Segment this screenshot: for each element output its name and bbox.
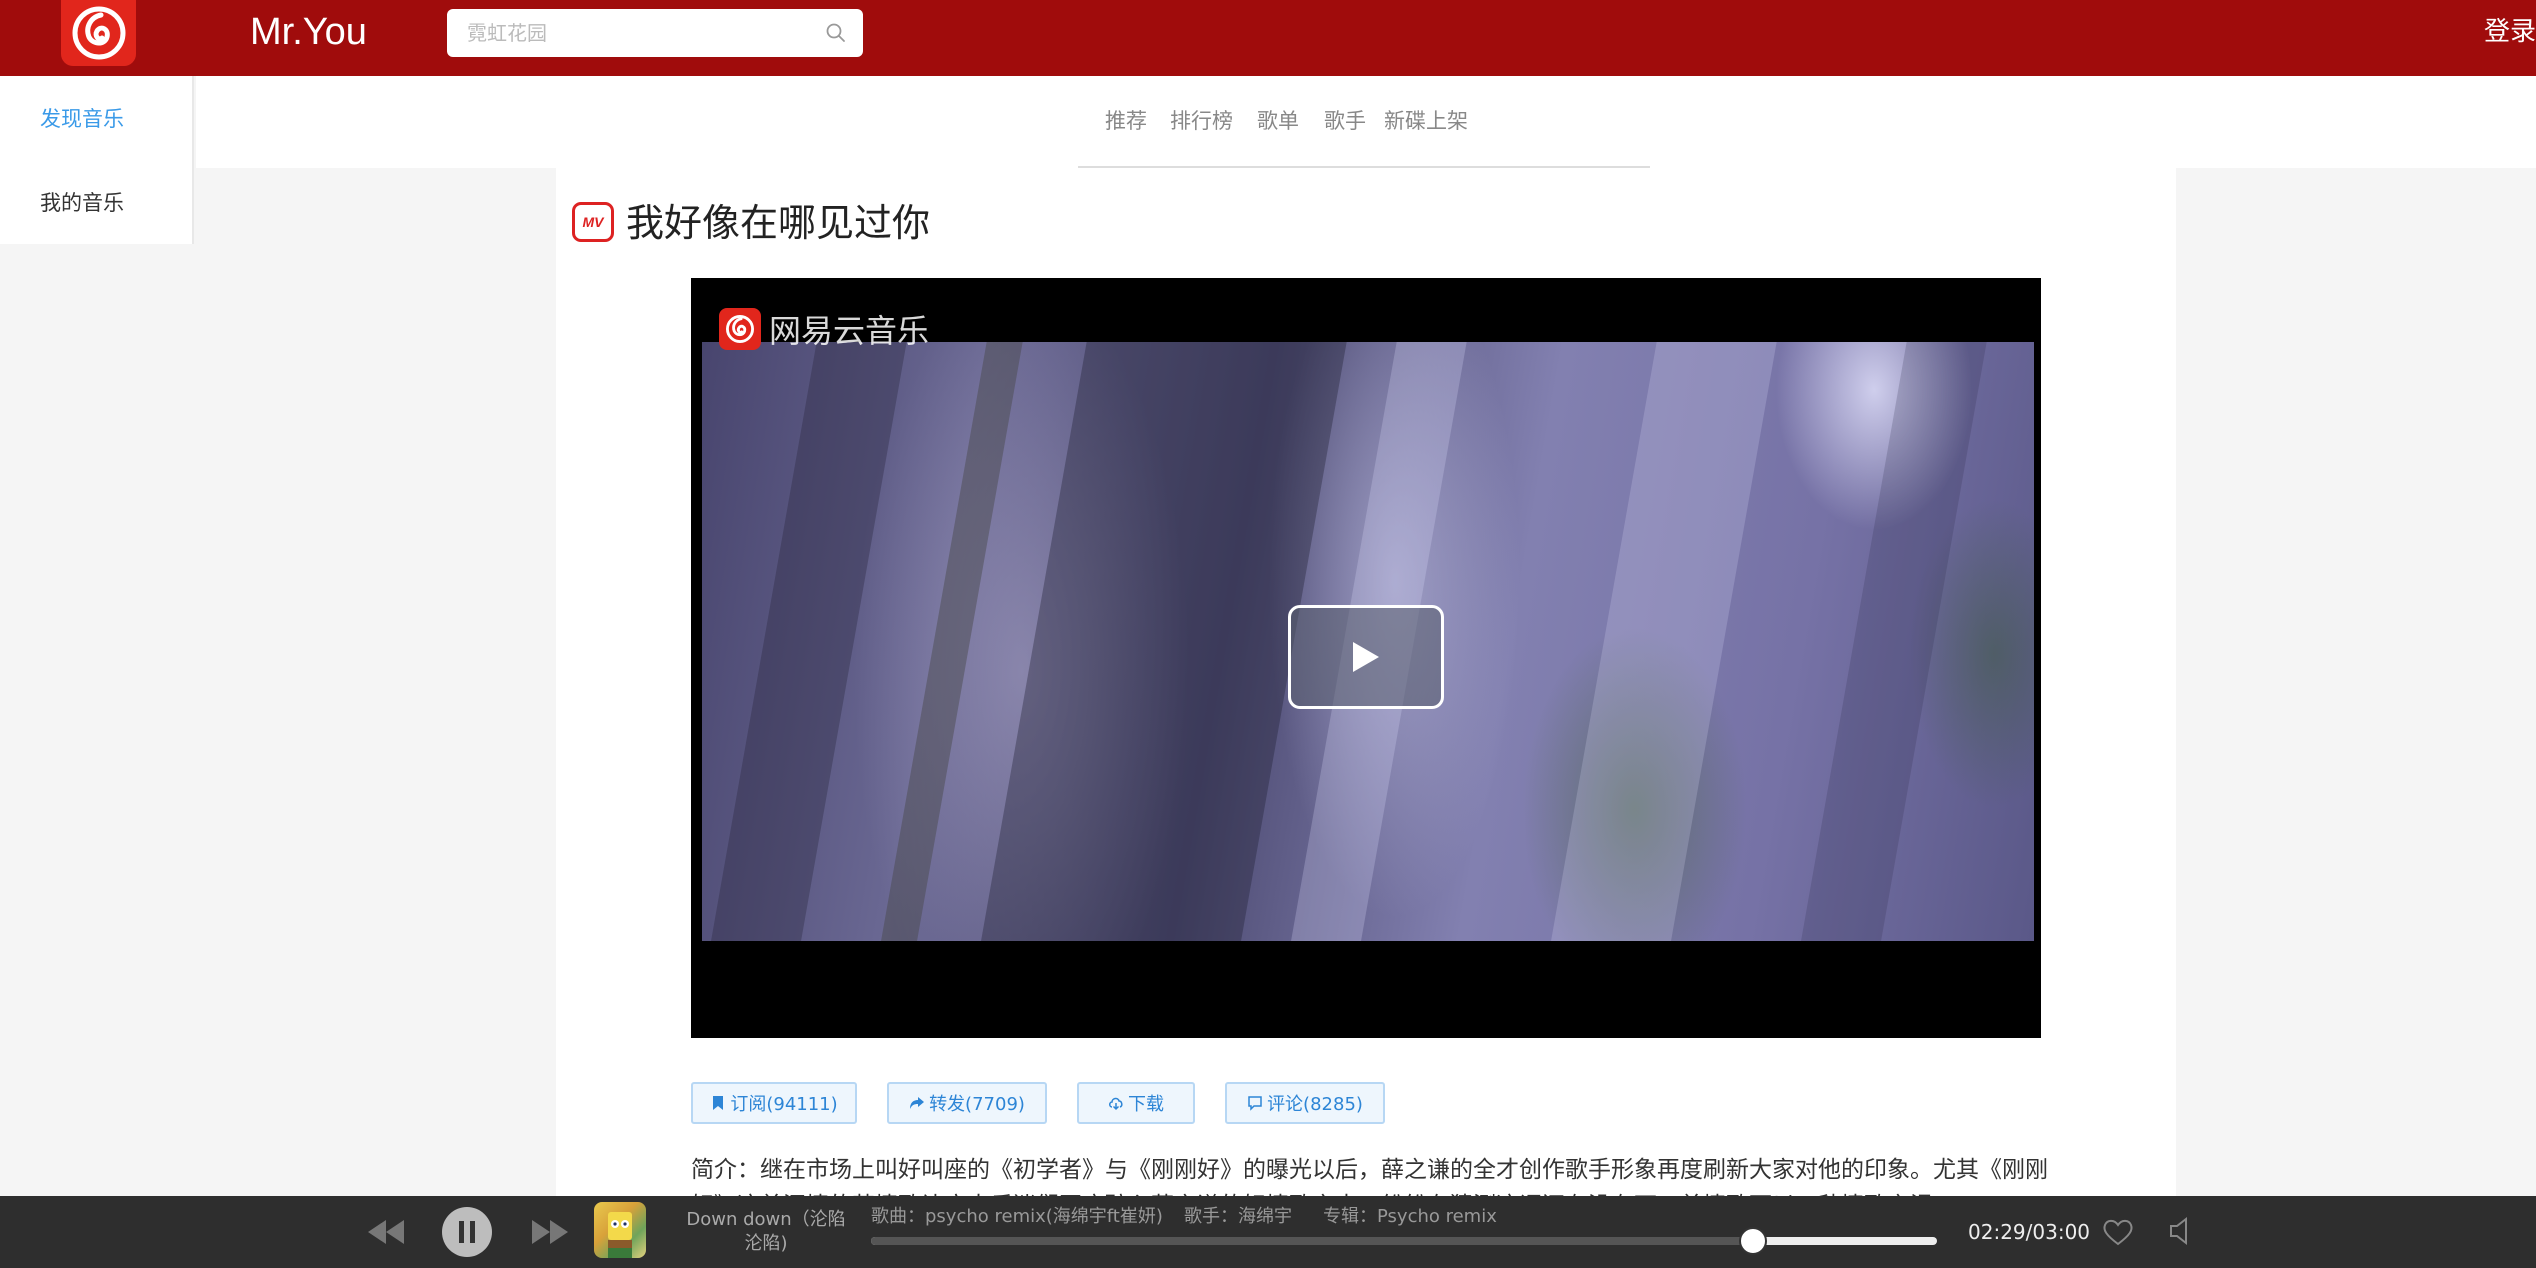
singer-name: 歌手：海绵宇 bbox=[1184, 1206, 1292, 1227]
netease-watermark-icon bbox=[719, 308, 761, 350]
tab-artists[interactable]: 歌手 bbox=[1324, 106, 1366, 136]
next-icon[interactable] bbox=[530, 1218, 570, 1246]
subscribe-button[interactable]: 订阅(94111) bbox=[691, 1082, 857, 1124]
play-icon bbox=[1353, 642, 1379, 672]
watermark: 网易云音乐 bbox=[719, 306, 929, 352]
subscribe-label: 订阅(94111) bbox=[730, 1094, 838, 1115]
netease-logo-icon[interactable] bbox=[61, 0, 136, 66]
search-icon[interactable] bbox=[825, 22, 847, 44]
mv-icon: MV bbox=[572, 202, 614, 242]
sidebar: 发现音乐 我的音乐 bbox=[0, 76, 194, 244]
search-box[interactable] bbox=[447, 9, 863, 57]
share-button[interactable]: 转发(7709) bbox=[887, 1082, 1047, 1124]
share-icon bbox=[910, 1097, 925, 1109]
album-cover[interactable] bbox=[594, 1202, 646, 1258]
prev-icon[interactable] bbox=[366, 1218, 406, 1246]
now-playing-title: Down down（沦陷 沦陷) bbox=[686, 1209, 846, 1254]
album-name: 专辑：Psycho remix bbox=[1323, 1206, 1497, 1227]
song-name: 歌曲：psycho remix(海绵宇ft崔妍) bbox=[871, 1206, 1163, 1227]
tab-playlists[interactable]: 歌单 bbox=[1257, 106, 1299, 136]
top-header: Mr.You 登录 bbox=[0, 0, 2536, 76]
progress-bar[interactable] bbox=[871, 1227, 1937, 1255]
brand-name[interactable]: Mr.You bbox=[250, 8, 367, 56]
login-link[interactable]: 登录 bbox=[2484, 14, 2536, 50]
pause-icon bbox=[459, 1221, 475, 1243]
bookmark-icon bbox=[713, 1096, 724, 1110]
progress-knob[interactable] bbox=[1739, 1227, 1768, 1255]
download-button[interactable]: 下载 bbox=[1077, 1082, 1195, 1124]
tab-charts[interactable]: 排行榜 bbox=[1170, 106, 1233, 136]
play-button[interactable] bbox=[1288, 605, 1444, 709]
progress-fill bbox=[871, 1237, 1754, 1245]
mv-detail: MV 我好像在哪见过你 网易云音乐 订阅(94111) 转发(7709) 下载 … bbox=[556, 168, 2176, 1219]
share-label: 转发(7709) bbox=[929, 1094, 1025, 1115]
play-time: 02:29/03:00 bbox=[1968, 1220, 2091, 1244]
subnav-tabs: 推荐 排行榜 歌单 歌手 新碟上架 bbox=[1078, 76, 1650, 168]
pause-button[interactable] bbox=[442, 1207, 492, 1257]
tab-new-albums[interactable]: 新碟上架 bbox=[1384, 106, 1468, 136]
sidebar-item-discover[interactable]: 发现音乐 bbox=[40, 104, 124, 134]
video-player[interactable]: 网易云音乐 bbox=[691, 278, 2041, 1038]
cloud-download-icon bbox=[1109, 1097, 1123, 1111]
volume-icon[interactable] bbox=[2168, 1216, 2196, 1246]
tab-recommend[interactable]: 推荐 bbox=[1105, 106, 1147, 136]
sub-navigation: 推荐 排行榜 歌单 歌手 新碟上架 bbox=[196, 76, 2536, 168]
player-bar: Down down（沦陷 沦陷) 歌曲：psycho remix(海绵宇ft崔妍… bbox=[0, 1196, 2536, 1268]
comment-button[interactable]: 评论(8285) bbox=[1225, 1082, 1385, 1124]
mv-title: 我好像在哪见过你 bbox=[626, 201, 931, 245]
download-label: 下载 bbox=[1128, 1094, 1164, 1115]
watermark-text: 网易云音乐 bbox=[769, 312, 930, 350]
sidebar-item-my-music[interactable]: 我的音乐 bbox=[40, 188, 124, 218]
comment-label: 评论(8285) bbox=[1267, 1094, 1363, 1115]
heart-icon[interactable] bbox=[2102, 1218, 2134, 1246]
comment-icon bbox=[1248, 1096, 1262, 1111]
search-input[interactable] bbox=[467, 19, 807, 47]
